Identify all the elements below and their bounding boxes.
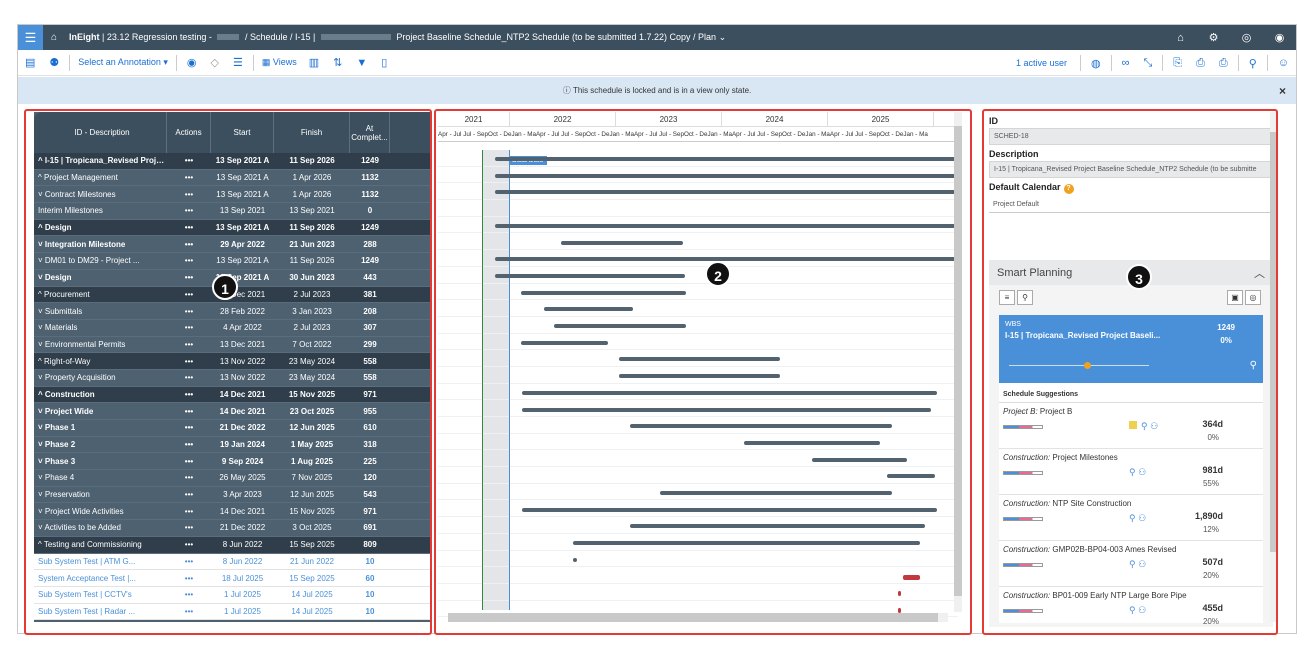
print-icon[interactable]: ⎙ [1212,57,1235,70]
callout-badge-1: 1 [212,274,238,300]
hamburger-menu-icon[interactable]: ☰ [18,25,43,50]
active-user-count[interactable]: 1 active user [1016,58,1077,68]
filter-icon[interactable]: ▼ [349,57,374,69]
settings-icon[interactable]: ◎ [1230,31,1263,44]
info-icon: ⓘ [562,86,573,95]
highlight-box-3 [982,109,1278,635]
collapse-arrows-icon[interactable]: ⤡ [1136,57,1159,70]
highlight-box-1 [24,109,432,635]
breadcrumb-prefix: | 23.12 Regression testing - [102,32,212,42]
cube-icon[interactable]: ◇ [204,56,226,69]
locked-banner: ⓘ This schedule is locked and is in a vi… [18,77,1296,104]
breadcrumb-mid: / Schedule / I-15 | [244,32,316,42]
gear-icon[interactable]: ⚙ [1197,31,1230,44]
chevron-down-icon[interactable]: ⌄ [719,32,727,42]
link-icon[interactable]: ∞ [1115,57,1137,69]
gantt-view-icon[interactable]: ▤ [18,56,42,69]
eye-icon[interactable]: ◉ [180,56,204,69]
banner-text: This schedule is locked and is in a view… [572,86,752,95]
breadcrumb-tail: Project Baseline Schedule_NTP2 Schedule … [396,32,717,42]
export-icon[interactable]: ⎙ [1189,57,1212,70]
breadcrumb[interactable]: InEight | 23.12 Regression testing - / S… [69,32,726,43]
home-icon[interactable]: ⌂ [43,32,65,43]
top-navigation-bar: ☰ ⌂ InEight | 23.12 Regression testing -… [18,25,1296,50]
import-icon[interactable]: ⎘ [1166,57,1189,70]
callout-badge-3: 3 [1126,264,1152,290]
globe-icon[interactable]: ◍ [1084,57,1108,70]
close-icon[interactable]: × [1279,84,1286,98]
help-icon[interactable]: ☺ [1271,57,1296,69]
callout-badge-2: 2 [705,261,731,287]
panel-toggle-icon[interactable]: ▯ [374,56,394,69]
user-icon[interactable]: ◉ [1263,31,1296,44]
annotation-select[interactable]: Select an Annotation ▾ [73,57,173,68]
app-name: InEight [69,32,100,42]
views-button[interactable]: ▦ Views [257,57,302,68]
highlight-box-2 [434,109,972,635]
bank-icon[interactable]: ⌂ [1164,32,1197,44]
resource-icon[interactable]: ⚉ [42,56,66,69]
sort-icon[interactable]: ⇅ [326,56,349,69]
indent-icon[interactable]: ☰ [226,56,250,69]
toolbar: ▤ ⚉ Select an Annotation ▾ ◉ ◇ ☰ ▦ Views… [18,50,1296,76]
search-icon[interactable]: ⚲ [1242,57,1264,70]
columns-icon[interactable]: ▥ [302,56,326,69]
